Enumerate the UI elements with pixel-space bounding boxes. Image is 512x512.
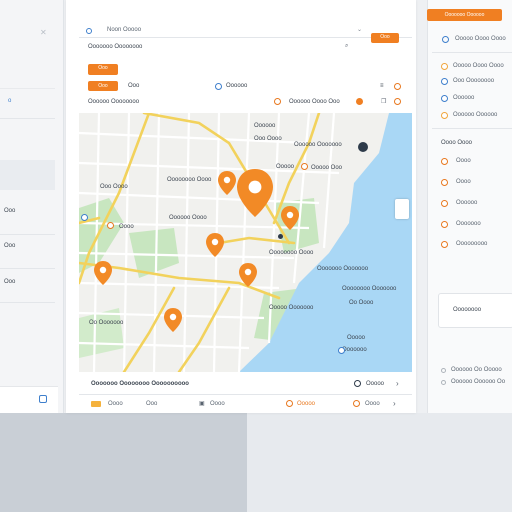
bottom-tab[interactable]: Oooo (365, 401, 380, 407)
left-item[interactable]: Ooo (4, 243, 15, 249)
user-icon (442, 36, 449, 43)
left-divider (0, 268, 55, 269)
marker-icon (286, 400, 293, 407)
map-view[interactable]: Oooooo Ooooooo Oooooo Ooo Oooo Ooooo Ooo… (79, 113, 412, 372)
search-icon[interactable]: ⌕ (345, 43, 348, 50)
filter-chip[interactable]: Oooooo (226, 83, 247, 89)
bottom-tab[interactable]: Oooo (210, 401, 225, 407)
right-list-item[interactable]: Ooooo Oooo Oooo (453, 63, 504, 69)
selected-pin-icon (237, 169, 273, 217)
marker-icon (394, 98, 401, 105)
right-sub-label: Ooooo Oooo Oooo (455, 36, 506, 42)
shield-icon[interactable] (39, 395, 47, 403)
pin-icon (206, 233, 224, 257)
bottom-tab[interactable]: Oooo (108, 401, 123, 407)
summary-text: Ooooooo Oooooooo Oooooooooo (91, 381, 189, 387)
location-label: Oooooo Oooooooo (88, 99, 140, 105)
right-footer: Oooooo Oo Ooooo (451, 367, 502, 373)
map-pins (94, 169, 299, 332)
confirm-label: Oooooooo (453, 307, 482, 313)
filter-primary-button[interactable]: Ooo (88, 81, 118, 91)
right-option[interactable]: Ooooooooo (456, 241, 487, 247)
bottom-tab[interactable]: Ooo (146, 401, 157, 407)
bottom-divider (79, 394, 412, 395)
toolbar-label: Ooooooo Oooooooo (88, 44, 143, 50)
right-section-title: Oooo Oooo (441, 140, 473, 146)
left-divider (0, 302, 55, 303)
right-list-item[interactable]: Ooo Oooooooo (453, 78, 494, 84)
pin-icon (281, 206, 299, 230)
filter-menu-icon[interactable]: ≡ (380, 83, 384, 89)
left-divider (0, 88, 55, 89)
right-option[interactable]: Ooooooo (456, 221, 481, 227)
right-option[interactable]: Oooo (456, 179, 471, 185)
info-icon[interactable] (354, 380, 361, 387)
header-title: Noon Ooooo (107, 27, 142, 33)
header-divider (79, 37, 412, 38)
toolbar-badge[interactable]: Ooo (88, 64, 118, 75)
right-option[interactable]: Oooo (456, 158, 471, 164)
location-icon (86, 28, 92, 34)
marker-icon (353, 400, 360, 407)
pin-icon (218, 171, 236, 195)
close-icon[interactable]: ✕ (40, 28, 47, 37)
right-divider (432, 52, 512, 53)
chevron-right-icon[interactable]: › (393, 399, 396, 408)
right-list-item[interactable]: Oooooo Oooooo (453, 112, 497, 118)
radio-icon[interactable] (441, 368, 446, 373)
left-selected-row[interactable] (0, 160, 55, 190)
folder-icon (91, 401, 101, 407)
pin-icon (215, 83, 222, 90)
pin-icon (94, 261, 112, 285)
list-icon (441, 78, 448, 85)
filter-chip[interactable]: Oooooo Oooo Ooo (289, 99, 340, 105)
summary-action[interactable]: Ooooo (366, 381, 384, 387)
right-list-item[interactable]: Oooooo (453, 95, 474, 101)
right-top-button[interactable]: Ooooooo Oooooo (427, 9, 502, 21)
right-divider (432, 128, 512, 129)
list-icon (441, 95, 448, 102)
marker-icon (274, 98, 281, 105)
right-option[interactable]: Oooooo (456, 200, 477, 206)
filter-chip[interactable]: Ooo (128, 83, 139, 89)
filter-status-icon (394, 83, 401, 90)
orange-dot-icon (356, 98, 363, 105)
option-icon (441, 200, 448, 207)
left-item[interactable]: Ooo (4, 208, 15, 214)
confirm-button[interactable]: Oooooooo (438, 293, 512, 328)
option-icon (441, 179, 448, 186)
desktop-bottom-left (0, 413, 247, 512)
desktop-bottom-right (247, 413, 512, 512)
left-divider (0, 234, 55, 235)
chevron-right-icon[interactable]: › (396, 379, 399, 388)
chevron-down-icon[interactable]: ⌄ (357, 26, 362, 33)
left-footer (0, 386, 58, 413)
list-icon (441, 112, 448, 119)
option-icon (441, 158, 448, 165)
right-panel (427, 0, 512, 413)
left-indicator: o (8, 98, 12, 104)
header-action-button[interactable]: Ooo (371, 33, 399, 43)
option-icon (441, 221, 448, 228)
pin-icon (239, 263, 257, 287)
copy-icon[interactable]: ❐ (381, 98, 386, 105)
list-icon (441, 63, 448, 70)
left-item[interactable]: Ooo (4, 279, 15, 285)
bottom-tab[interactable]: Ooooo (297, 401, 315, 407)
left-panel: ✕ o Ooo Ooo Ooo (0, 0, 64, 413)
right-footer: Oooooo Oooooo Oo (451, 379, 506, 385)
radio-icon[interactable] (441, 380, 446, 385)
option-icon (441, 241, 448, 248)
pin-icon (164, 308, 182, 332)
calendar-icon: ▣ (199, 401, 205, 407)
left-divider (0, 118, 55, 119)
